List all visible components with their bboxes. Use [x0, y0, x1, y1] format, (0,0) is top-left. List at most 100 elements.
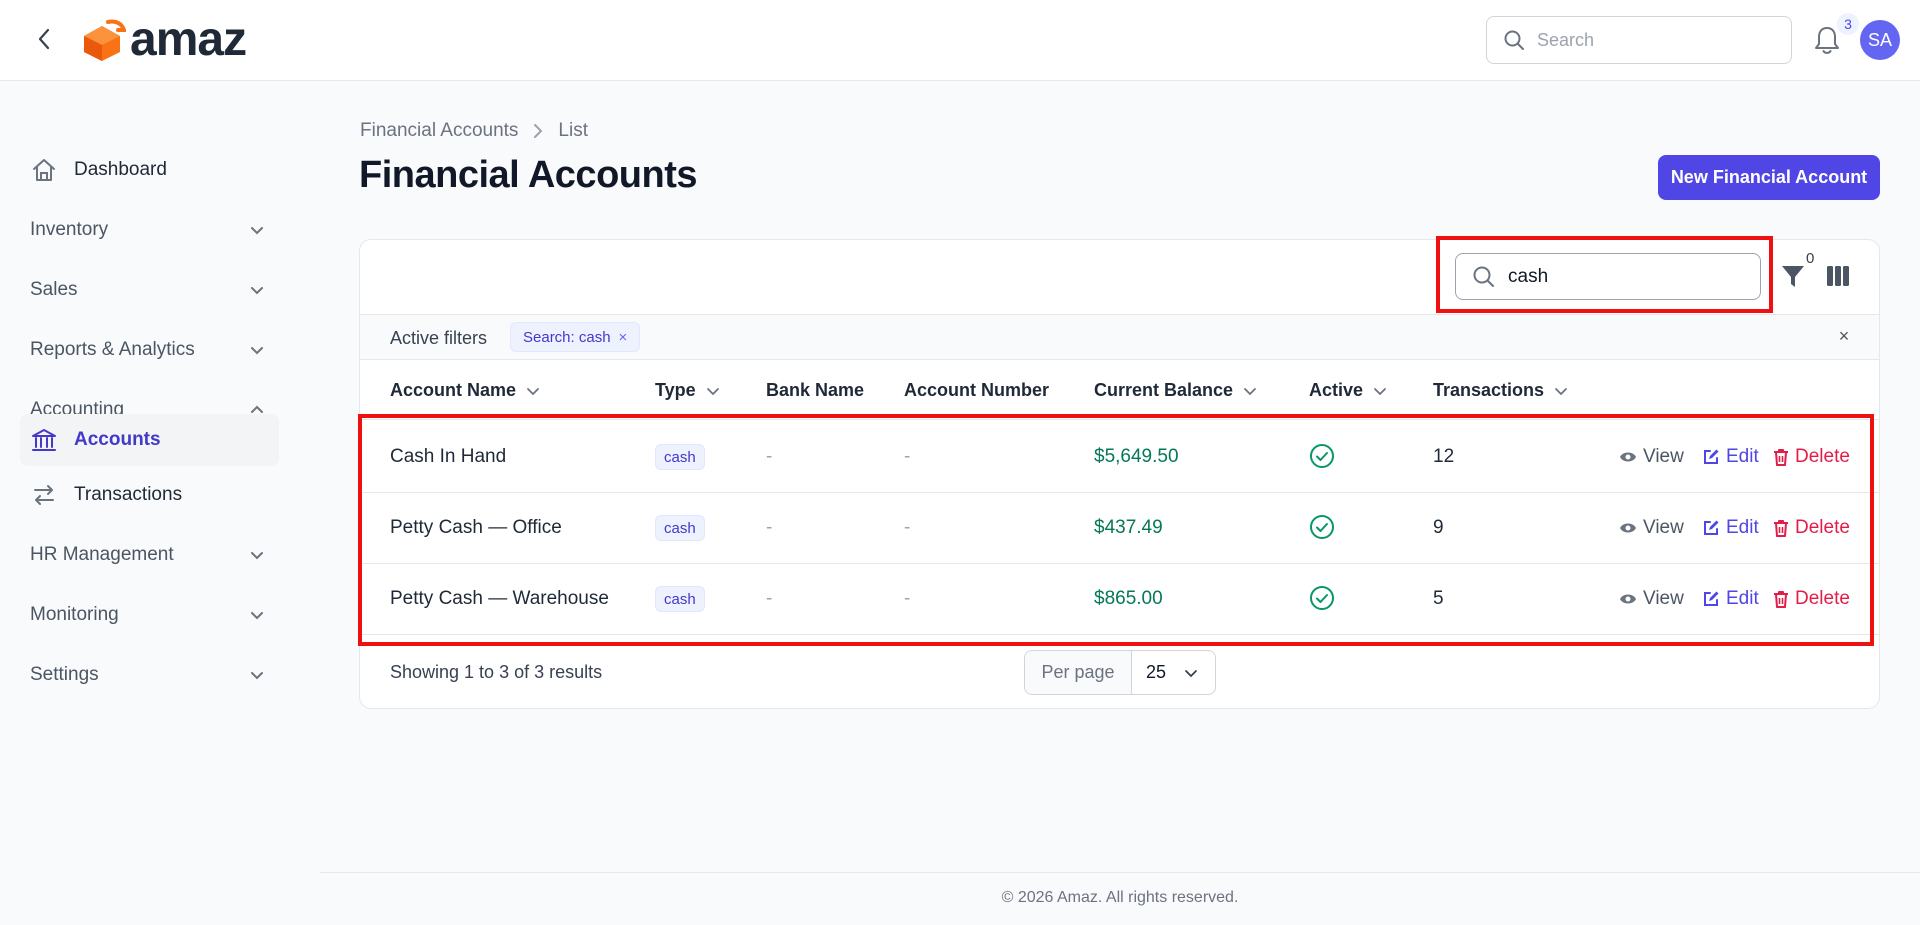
type-badge: cash	[655, 515, 705, 541]
breadcrumb-parent[interactable]: Financial Accounts	[360, 120, 518, 142]
view-label: View	[1643, 588, 1684, 609]
remove-filter-button[interactable]: ×	[619, 329, 628, 346]
new-financial-account-button[interactable]: New Financial Account	[1658, 155, 1880, 200]
search-icon	[1473, 266, 1494, 287]
per-page-control: Per page 25	[1024, 650, 1216, 695]
column-header-type[interactable]: Type	[655, 380, 720, 401]
type-badge: cash	[655, 586, 705, 612]
view-button[interactable]: View	[1619, 588, 1684, 610]
app-logo[interactable]: amaz	[78, 13, 247, 66]
delete-button[interactable]: Delete	[1773, 446, 1850, 468]
chevron-down-icon	[1555, 387, 1567, 395]
column-header-label: Bank Name	[766, 380, 865, 400]
cell-bank-name: -	[766, 517, 773, 538]
sidebar-group-monitoring[interactable]: Monitoring	[20, 590, 279, 640]
columns-icon[interactable]	[1826, 264, 1850, 288]
arrows-exchange-icon	[30, 481, 58, 509]
per-page-select[interactable]: 25	[1132, 651, 1215, 694]
chevron-down-icon	[251, 672, 263, 680]
sidebar-group-sales[interactable]: Sales	[20, 265, 279, 315]
user-avatar[interactable]: SA	[1860, 20, 1900, 60]
sidebar-item-transactions[interactable]: Transactions	[20, 470, 279, 520]
global-search[interactable]	[1486, 16, 1792, 64]
sidebar-group-hr[interactable]: HR Management	[20, 530, 279, 580]
active-filters-label: Active filters	[390, 328, 488, 348]
cell-bank-name: -	[766, 588, 773, 609]
sidebar-item-label: Accounts	[74, 429, 161, 450]
cell-transactions: 9	[1433, 517, 1444, 538]
cell-account-name: Cash In Hand	[390, 446, 507, 467]
cell-account-number: -	[904, 588, 911, 609]
edit-button[interactable]: Edit	[1702, 446, 1759, 468]
column-header-account-number: Account Number	[904, 380, 1049, 401]
sidebar-item-label: Monitoring	[30, 604, 119, 625]
trash-icon	[1774, 449, 1788, 466]
cell-current-balance: $437.49	[1094, 517, 1163, 538]
active-filters-bar: Active filters Search: cash × ×	[360, 314, 1879, 360]
row-divider	[360, 634, 1879, 635]
back-button[interactable]	[30, 25, 58, 53]
per-page-value: 25	[1146, 662, 1167, 682]
trash-icon	[1774, 591, 1788, 608]
bank-icon	[30, 426, 58, 454]
cell-bank-name: -	[766, 446, 773, 467]
sidebar-item-label: Reports & Analytics	[30, 339, 195, 360]
column-header-label: Current Balance	[1094, 380, 1234, 400]
column-header-current-balance[interactable]: Current Balance	[1094, 380, 1257, 401]
breadcrumb: Financial Accounts List	[360, 120, 588, 142]
delete-button[interactable]: Delete	[1773, 517, 1850, 539]
column-header-bank-name: Bank Name	[766, 380, 864, 401]
cell-account-name: Petty Cash — Warehouse	[390, 588, 609, 609]
per-page-label: Per page	[1025, 651, 1132, 694]
sidebar-item-label: Sales	[30, 279, 78, 300]
column-header-label: Active	[1309, 380, 1364, 400]
page-title: Financial Accounts	[359, 154, 698, 196]
sidebar-item-label: Settings	[30, 664, 99, 685]
column-header-label: Account Name	[390, 380, 517, 400]
chevron-right-icon	[534, 124, 543, 138]
sidebar-item-dashboard[interactable]: Dashboard	[20, 145, 279, 195]
chevron-left-icon	[38, 28, 50, 50]
edit-button[interactable]: Edit	[1702, 588, 1759, 610]
sidebar-item-accounts[interactable]: Accounts	[20, 414, 279, 466]
column-header-account-name[interactable]: Account Name	[390, 380, 540, 401]
check-circle-icon	[1310, 444, 1334, 468]
delete-label: Delete	[1795, 446, 1850, 467]
delete-button[interactable]: Delete	[1773, 588, 1850, 610]
chevron-down-icon	[527, 387, 539, 395]
view-label: View	[1643, 517, 1684, 538]
edit-label: Edit	[1726, 446, 1759, 467]
logo-text: amaz	[130, 13, 247, 66]
sidebar: Dashboard Inventory Sales Reports & Anal…	[0, 81, 300, 925]
clear-filters-button[interactable]: ×	[1834, 326, 1854, 346]
chevron-down-icon	[251, 287, 263, 295]
chevron-down-icon	[1374, 387, 1386, 395]
cell-transactions: 12	[1433, 446, 1455, 467]
row-divider	[360, 492, 1879, 493]
chevron-down-icon	[251, 612, 263, 620]
edit-label: Edit	[1726, 517, 1759, 538]
sidebar-group-inventory[interactable]: Inventory	[20, 205, 279, 255]
row-divider	[360, 563, 1879, 564]
type-badge: cash	[655, 444, 705, 470]
edit-button[interactable]: Edit	[1702, 517, 1759, 539]
sidebar-group-reports[interactable]: Reports & Analytics	[20, 325, 279, 375]
eye-icon	[1620, 594, 1636, 604]
filter-icon[interactable]	[1780, 262, 1806, 290]
notification-badge: 3	[1837, 13, 1859, 35]
table-card	[359, 239, 1880, 709]
table-search-input[interactable]	[1508, 265, 1738, 288]
footer-copyright: © 2026 Amaz. All rights reserved.	[1001, 889, 1239, 906]
cell-account-number: -	[904, 446, 911, 467]
sidebar-group-settings[interactable]: Settings	[20, 650, 279, 700]
table-search[interactable]	[1455, 253, 1761, 300]
trash-icon	[1774, 520, 1788, 537]
view-button[interactable]: View	[1619, 446, 1684, 468]
view-button[interactable]: View	[1619, 517, 1684, 539]
column-header-active[interactable]: Active	[1309, 380, 1387, 401]
column-header-transactions[interactable]: Transactions	[1433, 380, 1568, 401]
column-header-label: Type	[655, 380, 696, 400]
cell-current-balance: $5,649.50	[1094, 446, 1179, 467]
global-search-input[interactable]	[1537, 29, 1767, 51]
chevron-down-icon	[251, 347, 263, 355]
